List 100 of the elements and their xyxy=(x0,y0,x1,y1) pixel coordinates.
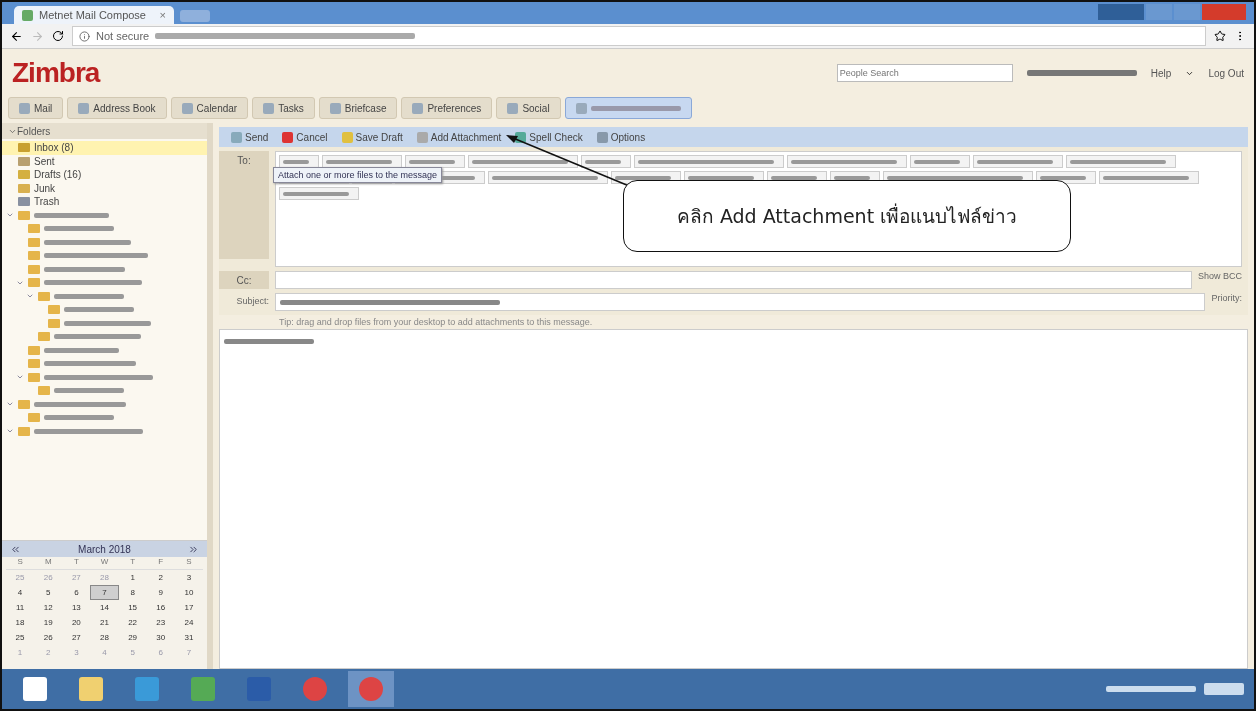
calendar-day[interactable]: 11 xyxy=(6,600,35,615)
folder-item[interactable]: Drafts (16) xyxy=(2,168,207,182)
folder-icon xyxy=(28,345,40,355)
to-button[interactable]: To: xyxy=(219,151,269,259)
cc-button[interactable]: Cc: xyxy=(219,271,269,289)
folder-icon xyxy=(18,197,30,207)
calendar-day[interactable]: 8 xyxy=(118,585,147,600)
folder-icon xyxy=(18,183,30,193)
calendar-day[interactable]: 4 xyxy=(6,585,35,600)
zimbra-logo: Zimbra xyxy=(12,57,100,89)
toolbar-button[interactable]: Spell Check xyxy=(511,131,587,143)
app-tab[interactable]: Briefcase xyxy=(318,97,398,119)
weekday-label: S xyxy=(6,557,35,570)
calendar-day[interactable]: 10 xyxy=(174,585,203,600)
calendar-day[interactable]: 23 xyxy=(146,615,175,630)
calendar-day[interactable]: 31 xyxy=(174,630,203,645)
calendar-day[interactable]: 25 xyxy=(6,630,35,645)
calendar-day[interactable]: 1 xyxy=(118,570,147,585)
show-bcc-link[interactable]: Show BCC xyxy=(1198,271,1242,281)
calendar-day[interactable]: 16 xyxy=(146,600,175,615)
app-tab[interactable]: Mail xyxy=(8,97,64,119)
folder-icon xyxy=(28,251,40,261)
calendar-day[interactable]: 30 xyxy=(146,630,175,645)
calendar-day[interactable]: 6 xyxy=(62,585,91,600)
calendar-day[interactable]: 17 xyxy=(174,600,203,615)
calendar-day[interactable]: 12 xyxy=(34,600,63,615)
drag-drop-hint: Tip: drag and drop files from your desktop to add attachments to this message. xyxy=(278,316,594,329)
info-icon xyxy=(79,30,90,42)
folder-icon xyxy=(38,386,50,396)
forward-icon[interactable] xyxy=(31,29,44,43)
browser-tab[interactable]: Metnet Mail Compose × xyxy=(14,6,174,24)
calendar-day[interactable]: 9 xyxy=(146,585,175,600)
folder-icon xyxy=(38,332,50,342)
app-tab[interactable]: Calendar xyxy=(170,97,249,119)
weekday-label: F xyxy=(146,557,175,570)
calendar-day[interactable]: 15 xyxy=(118,600,147,615)
subject-label: Subject: xyxy=(235,295,269,306)
calendar-day[interactable]: 29 xyxy=(118,630,147,645)
toolbar-button[interactable]: Cancel xyxy=(278,131,332,143)
calendar-day[interactable]: 27 xyxy=(62,630,91,645)
tooltip: Attach one or more files to the message xyxy=(273,167,443,183)
weekday-label: S xyxy=(174,557,203,570)
calendar-day[interactable]: 19 xyxy=(34,615,63,630)
folder-icon xyxy=(18,156,30,166)
calendar-day[interactable]: 3 xyxy=(174,570,203,585)
toolbar-button[interactable]: Options xyxy=(592,131,650,143)
calendar-day[interactable]: 21 xyxy=(90,615,119,630)
calendar-day[interactable]: 18 xyxy=(6,615,35,630)
calendar-day[interactable]: 14 xyxy=(90,600,119,615)
folder-icon xyxy=(18,210,30,220)
folder-icon xyxy=(48,305,60,315)
calendar-day[interactable]: 24 xyxy=(174,615,203,630)
folder-item[interactable]: Trash xyxy=(2,195,207,209)
app-tab[interactable]: Preferences xyxy=(401,97,493,119)
back-icon[interactable] xyxy=(10,29,23,43)
folder-icon xyxy=(48,318,60,328)
folder-icon xyxy=(28,372,40,382)
help-link[interactable]: Help xyxy=(1150,67,1172,79)
subject-field[interactable] xyxy=(275,293,1206,311)
calendar-day[interactable]: 20 xyxy=(62,615,91,630)
folder-icon xyxy=(28,359,40,369)
mail-icon xyxy=(22,9,33,21)
folder-icon xyxy=(28,224,40,234)
calendar-day[interactable]: 22 xyxy=(118,615,147,630)
calendar-day[interactable]: 28 xyxy=(90,630,119,645)
star-icon[interactable] xyxy=(1214,30,1226,42)
close-icon[interactable]: × xyxy=(159,9,166,21)
app-tab[interactable]: Address Book xyxy=(67,97,167,119)
toolbar-button[interactable]: Send xyxy=(227,131,273,143)
folder-icon xyxy=(28,264,40,274)
app-tab[interactable]: Social xyxy=(496,97,561,119)
reload-icon[interactable] xyxy=(52,30,64,42)
calendar-day[interactable]: 26 xyxy=(34,630,63,645)
toolbar-button[interactable]: Save Draft xyxy=(337,131,407,143)
calendar-month: March 2018 xyxy=(78,543,131,555)
address-bar[interactable]: Not secure xyxy=(72,26,1206,46)
cc-field[interactable] xyxy=(275,271,1192,289)
weekday-label: W xyxy=(90,557,119,570)
folder-item[interactable]: Sent xyxy=(2,154,207,168)
search-field[interactable]: People Search xyxy=(836,64,1013,82)
folders-header[interactable]: Folders xyxy=(17,125,51,137)
folder-icon xyxy=(18,399,30,409)
weekday-label: T xyxy=(62,557,91,570)
app-tab[interactable] xyxy=(564,97,692,119)
toolbar-button[interactable]: Add Attachment xyxy=(412,131,506,143)
calendar-day[interactable]: 13 xyxy=(62,600,91,615)
folder-item[interactable]: Inbox (8) xyxy=(2,141,207,155)
calendar-day[interactable]: 5 xyxy=(34,585,63,600)
folder-item[interactable]: Junk xyxy=(2,181,207,195)
calendar-day[interactable]: 7 xyxy=(90,585,119,600)
folder-icon xyxy=(28,413,40,423)
callout-box: คลิก Add Attachment เพื่อแนบไฟล์ข่าว xyxy=(623,180,1071,252)
folder-icon xyxy=(18,143,30,153)
weekday-label: M xyxy=(34,557,63,570)
weekday-label: T xyxy=(118,557,147,570)
calendar-day[interactable]: 2 xyxy=(146,570,175,585)
app-tab[interactable]: Tasks xyxy=(252,97,315,119)
logout-link[interactable]: Log Out xyxy=(1208,67,1244,79)
folder-icon xyxy=(18,170,30,180)
folder-icon xyxy=(18,426,30,436)
